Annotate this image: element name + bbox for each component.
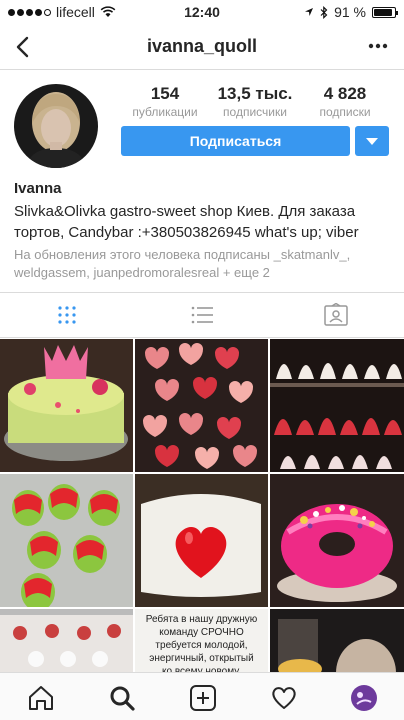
top-nav-bar: ivanna_quoll (0, 24, 404, 70)
tagged-icon[interactable] (323, 303, 349, 327)
grid-photo-text-post[interactable]: Ребята в нашу дружную команду СРОЧНО тре… (135, 609, 268, 673)
view-tabs (0, 292, 404, 338)
list-view-icon[interactable] (189, 303, 215, 327)
stat-posts[interactable]: 154 публикации (120, 84, 210, 119)
add-post-icon[interactable] (189, 684, 217, 712)
profile-bio: Ivanna Slivka&Olivka gastro-sweet shop К… (14, 180, 394, 282)
profile-name: Ivanna (14, 180, 62, 197)
search-icon[interactable] (108, 684, 136, 712)
stat-value: 154 (150, 84, 180, 103)
followed-by-text[interactable]: На обновления этого человека подписаны _… (14, 246, 394, 282)
profile-avatar (14, 84, 98, 168)
photo-grid: Ребята в нашу дружную команду СРОЧНО тре… (0, 339, 404, 673)
home-icon[interactable] (27, 684, 55, 712)
stat-followers[interactable]: 13,5 тыс. подписчики (210, 84, 300, 119)
status-bar: lifecell 12:40 91 % (0, 0, 404, 24)
heart-icon[interactable] (270, 684, 298, 712)
followed-by-line: На обновления этого человека подписаны _… (14, 247, 351, 262)
grid-photo[interactable] (270, 474, 404, 607)
profile-username-title: ivanna_quoll (146, 36, 258, 56)
suggestions-dropdown-button[interactable] (355, 126, 389, 156)
grid-photo[interactable] (270, 609, 404, 673)
stat-label: публикации (132, 105, 198, 119)
followed-by-line: weldgassem, juanpedromoralesreal + еще 2 (14, 265, 270, 280)
bio-line: Slivka&Olivka gastro-sweet shop Киев. Дл… (14, 203, 356, 220)
profile-avatar-icon[interactable] (350, 684, 378, 712)
stat-value: 13,5 тыс. (217, 84, 293, 103)
stat-label: подписки (319, 105, 371, 119)
grid-photo[interactable] (270, 339, 404, 472)
bluetooth-icon (320, 5, 328, 19)
stat-label: подписчики (223, 105, 287, 119)
grid-photo[interactable] (0, 474, 133, 607)
battery-percent: 91 % (334, 4, 366, 20)
status-right: 91 % (304, 4, 398, 20)
chevron-down-icon (366, 138, 378, 145)
grid-photo[interactable] (0, 609, 133, 673)
stat-value: 4 828 (323, 84, 367, 103)
bio-line: тортов, Candybar :+380503826945 what's u… (14, 224, 359, 241)
photo-caption-text: Ребята в нашу дружную команду СРОЧНО тре… (145, 614, 258, 673)
stat-following[interactable]: 4 828 подписки (300, 84, 390, 119)
bottom-tab-bar (0, 672, 404, 720)
grid-photo[interactable] (135, 339, 268, 472)
profile-stats: 154 публикации 13,5 тыс. подписчики 4 82… (120, 84, 390, 119)
bio-text: Slivka&Olivka gastro-sweet shop Киев. Дл… (14, 201, 394, 243)
battery-icon (372, 6, 398, 18)
grid-photo[interactable] (0, 339, 133, 472)
grid-photo[interactable] (135, 474, 268, 607)
grid-view-icon[interactable] (54, 303, 80, 327)
location-arrow-icon (305, 8, 314, 16)
follow-button[interactable]: Подписаться (121, 126, 350, 156)
more-dots-icon[interactable] (364, 34, 392, 58)
